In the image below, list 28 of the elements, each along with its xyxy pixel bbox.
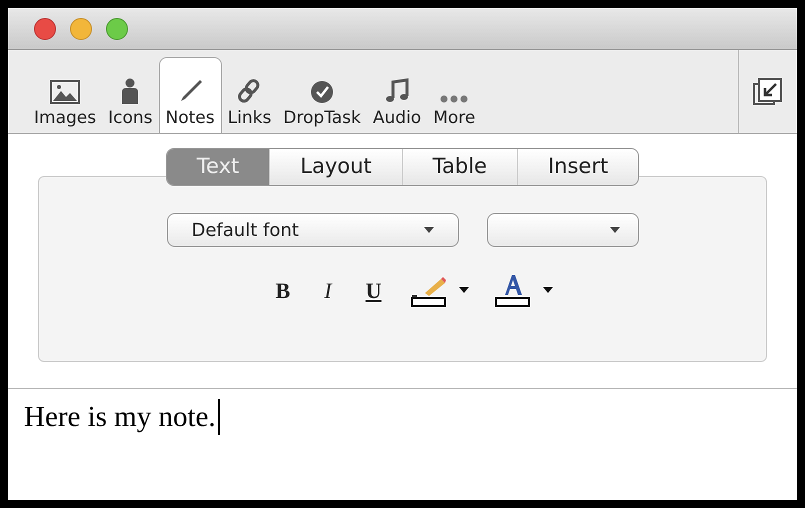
caret-icon[interactable] (459, 287, 470, 293)
more-icon (439, 94, 470, 104)
toolbar-tab[interactable]: Links (222, 57, 278, 133)
close-button[interactable] (34, 18, 56, 40)
underline-button[interactable]: U (362, 274, 386, 306)
note-text[interactable]: Here is my note. (24, 399, 220, 436)
toolbar-tab[interactable]: Icons (102, 57, 159, 133)
segment-tab[interactable]: Layout (269, 149, 402, 185)
zoom-button[interactable] (106, 18, 128, 40)
person-icon (121, 78, 140, 104)
image-icon (50, 80, 80, 104)
link-icon (236, 78, 262, 104)
toolbar-tab[interactable]: Audio (366, 57, 428, 133)
collapse-icon[interactable] (753, 76, 783, 106)
size-select[interactable] (486, 213, 638, 247)
segment-tab[interactable]: Table (402, 149, 517, 185)
font-select[interactable]: Default font (166, 213, 458, 247)
toolbar-tab[interactable]: Notes (158, 57, 222, 133)
toolbar-tab[interactable]: More (427, 57, 482, 133)
caret-icon[interactable] (543, 287, 554, 293)
caret-icon (610, 227, 620, 233)
caret-icon (424, 227, 434, 233)
italic-button[interactable]: I (320, 274, 336, 306)
font-color-icon[interactable] (495, 273, 532, 307)
music-note-icon (384, 78, 410, 104)
toolbar-tab[interactable]: Images (28, 57, 102, 133)
toolbar-tab[interactable]: DropTask (277, 57, 367, 133)
bold-button[interactable]: B (272, 274, 294, 306)
